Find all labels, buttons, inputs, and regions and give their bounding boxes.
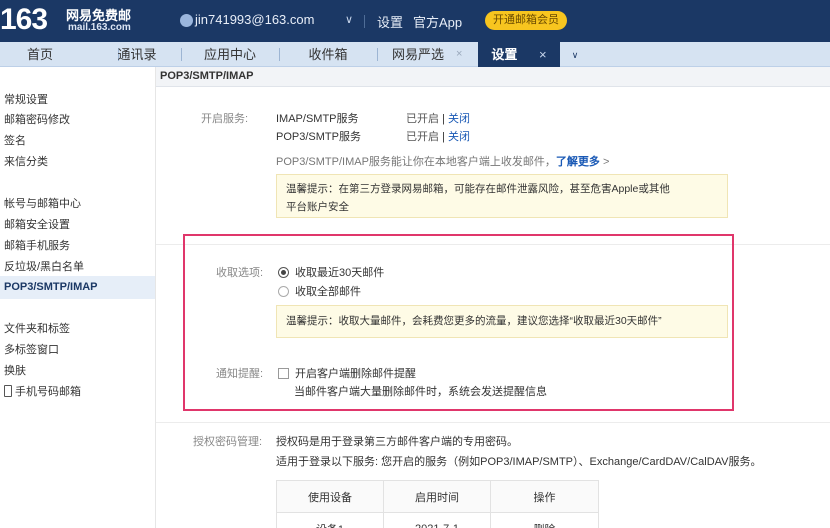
section-divider: [156, 422, 830, 423]
sidebar-item-general[interactable]: 常规设置: [4, 91, 48, 107]
delete-device-link[interactable]: 删除: [490, 512, 599, 528]
learn-more-link[interactable]: 了解更多: [556, 156, 600, 168]
settings-link[interactable]: 设置: [377, 12, 403, 31]
sidebar-item-account-center[interactable]: 帐号与邮箱中心: [4, 195, 81, 211]
pop3-service-status: 已开启 | 关闭: [406, 128, 470, 144]
risk-notice-line1: 温馨提示：在第三方登录网易邮箱，可能存在邮件泄露风险，甚至危害Apple或其他: [286, 183, 670, 195]
logo-number[interactable]: 163: [0, 3, 48, 37]
sidebar: 常规设置 邮箱密码修改 签名 来信分类 帐号与邮箱中心 邮箱安全设置 邮箱手机服…: [0, 67, 156, 528]
tab-settings-close-icon[interactable]: ×: [539, 47, 547, 62]
tab-yanxuan-close-icon[interactable]: ×: [456, 42, 462, 67]
enable-service-label: 开启服务:: [201, 113, 249, 125]
sidebar-item-phone-mail-label: 手机号码邮箱: [15, 386, 81, 398]
sidebar-item-multi-tab[interactable]: 多标签窗口: [4, 341, 59, 357]
table-row: 设备1 2021-7-1 删除: [276, 512, 599, 528]
tab-divider: [279, 48, 280, 61]
phone-icon: [4, 385, 12, 397]
imap-status-text: 已开启: [406, 113, 439, 125]
vip-button[interactable]: 开通邮箱会员: [485, 11, 567, 30]
section-title: POP3/SMTP/IMAP: [160, 70, 254, 82]
logo-domain[interactable]: mail.163.com: [68, 22, 131, 33]
col-time-header: 启用时间: [383, 480, 491, 513]
auth-code-desc-line1: 授权码是用于登录第三方邮件客户端的专用密码。: [276, 436, 518, 448]
tab-list-chevron-icon[interactable]: ∨: [568, 48, 582, 62]
sidebar-item-antispam[interactable]: 反垃圾/黑白名单: [4, 258, 84, 274]
user-avatar-icon[interactable]: [180, 14, 193, 27]
sidebar-item-mail-filter[interactable]: 来信分类: [4, 153, 48, 169]
auth-device-table: 使用设备 启用时间 操作 设备1 2021-7-1 删除: [276, 480, 599, 528]
sidebar-item-phone-mail[interactable]: 手机号码邮箱: [4, 383, 81, 399]
chevron-down-icon[interactable]: ∨: [345, 13, 353, 26]
user-email[interactable]: jin741993@163.com: [195, 12, 314, 27]
tab-yanxuan[interactable]: 网易严选: [388, 42, 448, 67]
pop3-status-text: 已开启: [406, 131, 439, 143]
device-cell: 设备1: [276, 512, 384, 528]
tab-divider: [377, 48, 378, 61]
tab-bar: 首页 通讯录 应用中心 收件箱 网易严选 × 设置 × ∨: [0, 42, 830, 67]
service-desc: POP3/SMTP/IMAP服务能让你在本地客户端上收发邮件，了解更多 >: [276, 153, 609, 169]
chevron-right-icon[interactable]: >: [603, 156, 609, 168]
risk-notice-line2: 平台账户安全: [286, 201, 349, 213]
sidebar-item-skin[interactable]: 换肤: [4, 362, 26, 378]
annotation-highlight-box: [183, 234, 734, 411]
imap-service-name: IMAP/SMTP服务: [276, 113, 359, 125]
tab-settings[interactable]: 设置 ×: [478, 42, 560, 67]
table-header-row: 使用设备 启用时间 操作: [276, 480, 599, 513]
col-device-header: 使用设备: [276, 480, 384, 513]
sidebar-item-mobile-service[interactable]: 邮箱手机服务: [4, 237, 70, 253]
risk-notice: 温馨提示：在第三方登录网易邮箱，可能存在邮件泄露风险，甚至危害Apple或其他 …: [276, 174, 728, 218]
tab-settings-label: 设置: [491, 47, 518, 62]
tab-divider: [181, 48, 182, 61]
tab-inbox[interactable]: 收件箱: [294, 42, 362, 67]
time-cell: 2021-7-1: [383, 512, 491, 528]
service-desc-text: POP3/SMTP/IMAP服务能让你在本地客户端上收发邮件，: [276, 156, 556, 168]
header-divider: [364, 15, 365, 28]
auth-code-desc-line2: 适用于登录以下服务: 您开启的服务（例如POP3/IMAP/SMTP）、Exch…: [276, 456, 762, 468]
pop3-service-name: POP3/SMTP服务: [276, 131, 361, 143]
sidebar-item-password[interactable]: 邮箱密码修改: [4, 111, 70, 127]
status-divider: |: [442, 131, 445, 143]
tab-contacts[interactable]: 通讯录: [108, 42, 166, 67]
pop3-close-link[interactable]: 关闭: [448, 131, 470, 143]
sidebar-item-pop3[interactable]: POP3/SMTP/IMAP: [4, 281, 98, 293]
sidebar-item-security[interactable]: 邮箱安全设置: [4, 216, 70, 232]
app-link[interactable]: 官方App: [413, 12, 462, 31]
imap-close-link[interactable]: 关闭: [448, 113, 470, 125]
tab-home[interactable]: 首页: [10, 42, 70, 67]
status-divider: |: [442, 113, 445, 125]
sidebar-item-signature[interactable]: 签名: [4, 132, 26, 148]
tab-app-center[interactable]: 应用中心: [196, 42, 264, 67]
imap-service-status: 已开启 | 关闭: [406, 110, 470, 126]
col-action-header: 操作: [490, 480, 599, 513]
main-content: POP3/SMTP/IMAP 开启服务: IMAP/SMTP服务 已开启 | 关…: [156, 67, 830, 528]
sidebar-item-folders[interactable]: 文件夹和标签: [4, 320, 70, 336]
top-header: 163 网易免费邮 mail.163.com jin741993@163.com…: [0, 0, 830, 42]
section-title-bar: POP3/SMTP/IMAP: [156, 67, 830, 87]
auth-code-label: 授权密码管理:: [193, 436, 263, 448]
